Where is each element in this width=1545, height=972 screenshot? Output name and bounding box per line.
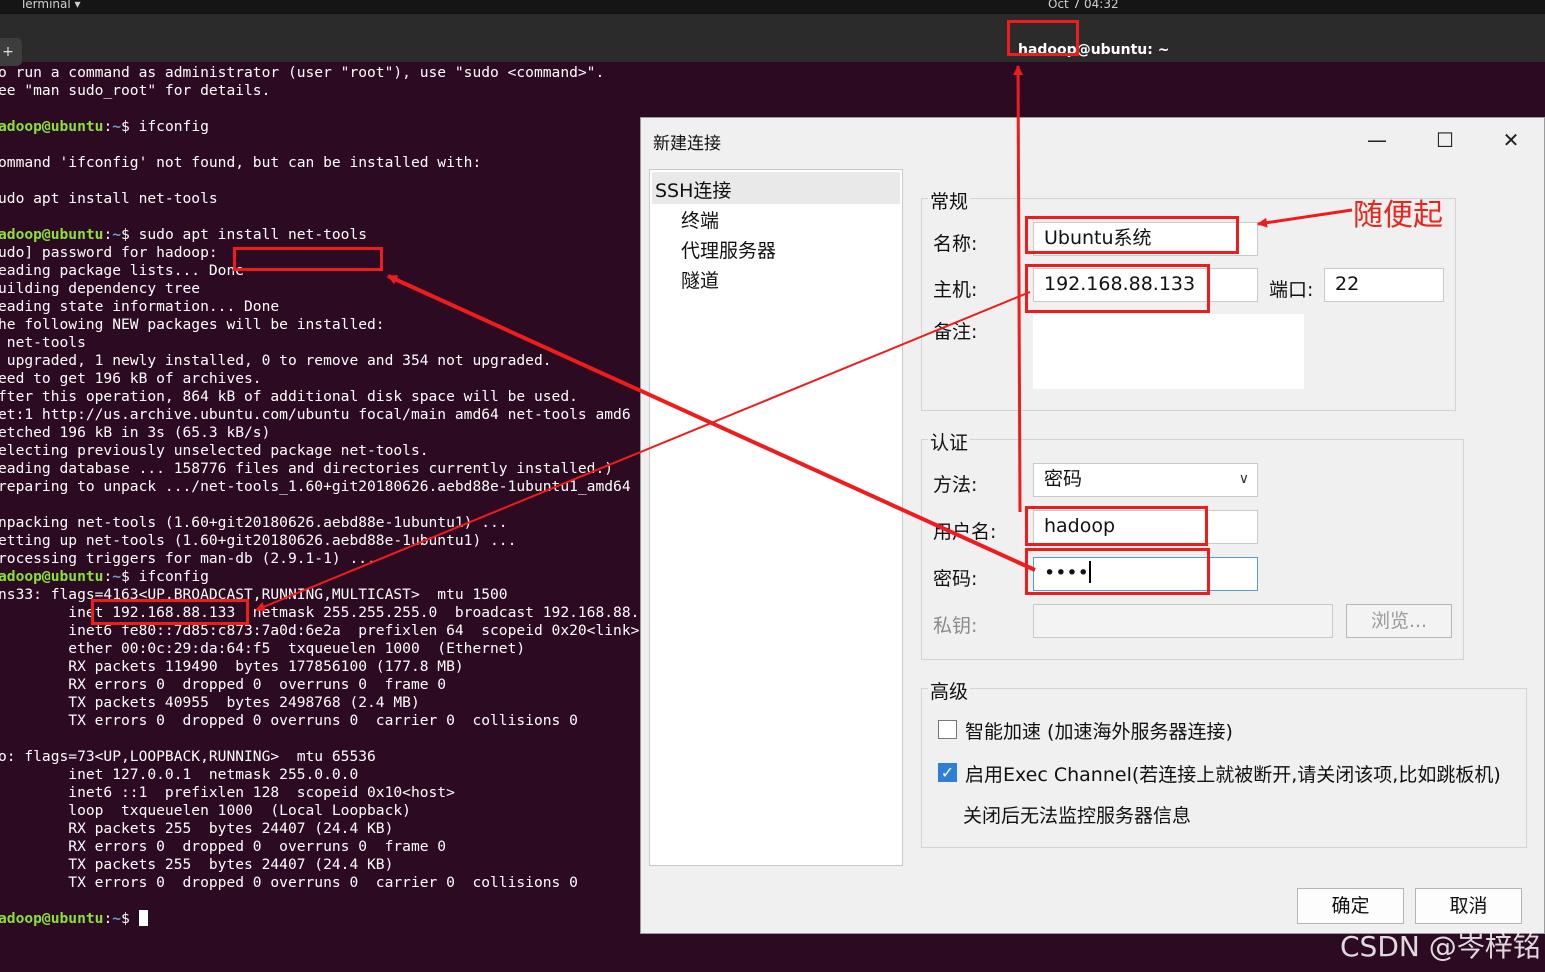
arrow-note-to-name [1257,208,1353,228]
arrow-username-to-title [1013,65,1024,513]
annotation-arrows [255,65,1353,612]
watermark: CSDN @岑梓铭 [1340,930,1541,963]
annotation-note: 随便起 [1353,198,1443,233]
arrow-host-to-ip [255,291,1031,612]
